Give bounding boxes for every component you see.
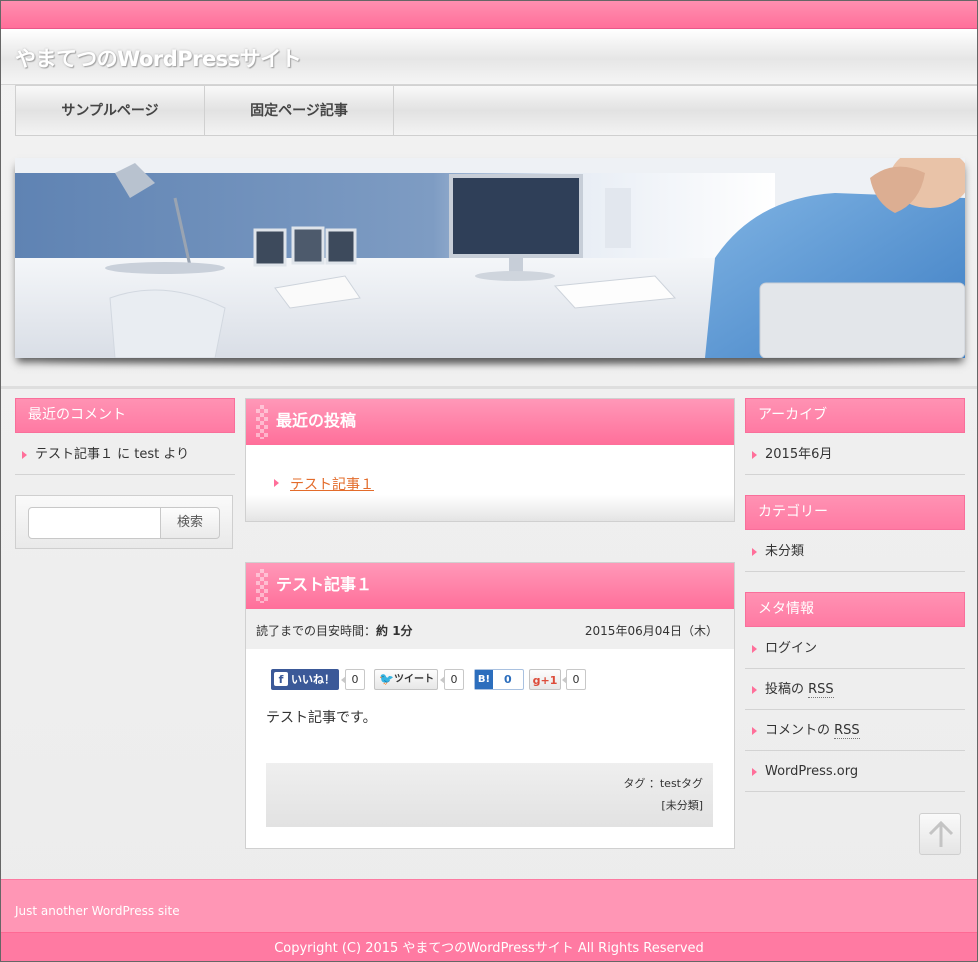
meta-item-abbr: RSS [808,682,834,698]
tweet-count: 0 [440,669,464,690]
recent-posts-title: 最近の投稿 [276,411,357,430]
facebook-count: 0 [341,669,365,690]
post-panel: テスト記事１ 読了までの目安時間：約 1分 2015年06月04日（木） f い… [245,562,735,849]
post-date: 2015年06月04日（木） [584,624,718,638]
tweet-label: ツイート [394,674,434,685]
meta-item-wordpress-org[interactable]: WordPress.org [745,752,965,792]
pink-triangle-icon [752,451,757,459]
header-banner-image [15,158,965,358]
facebook-like-label: いいね！ [291,673,335,686]
category-item-label: 未分類 [765,544,805,559]
reading-time-value: 約 1分 [376,624,413,638]
post-body: テスト記事です。 [266,710,377,726]
checker-decoration [256,405,268,439]
site-title[interactable]: やまてつのWordPressサイト [15,43,302,73]
reading-time: 読了までの目安時間：約 1分 [256,622,413,639]
nav-item-sample-page[interactable]: サンプルページ [15,86,205,136]
site-header: やまてつのWordPressサイト [1,29,977,85]
comment-connector: に [113,447,135,462]
meta-item-comments-rss[interactable]: コメントの RSS [745,711,965,751]
nav-item-fixed-page[interactable]: 固定ページ記事 [204,86,394,136]
tweet-button[interactable]: 🐦 ツイート [374,669,438,690]
recent-comment-item: テスト記事１ に test より [15,435,235,475]
search-widget: 検索 [15,495,233,549]
comment-post-link[interactable]: テスト記事１ [35,447,113,462]
site-footer: Just another WordPress site Copyright (C… [1,879,977,961]
meta-title: メタ情報 [745,592,965,627]
post-meta-row: 読了までの目安時間：約 1分 2015年06月04日（木） [246,609,734,649]
google-plus-count: 0 [562,669,586,690]
reading-time-label: 読了までの目安時間： [256,624,377,638]
archive-item-label: 2015年6月 [765,447,833,462]
facebook-icon: f [274,672,288,686]
meta-item-prefix: 投稿の [765,682,809,697]
meta-item-label: ログイン [765,641,818,656]
recent-posts-panel: 最近の投稿 テスト記事１ [245,398,735,522]
google-plus-button[interactable]: g+1 [529,669,561,690]
hatena-bookmark-button[interactable]: B! 0 [474,669,524,690]
back-to-top-button[interactable] [919,813,961,855]
meta-item-login[interactable]: ログイン [745,629,965,669]
pink-triangle-icon [274,479,279,487]
recent-comments-title: 最近のコメント [15,398,235,433]
pink-triangle-icon [752,686,757,694]
meta-item-posts-rss[interactable]: 投稿の RSS [745,670,965,710]
meta-item-label: WordPress.org [765,764,859,779]
pink-triangle-icon [752,645,757,653]
post-tags-box: タグ ：testタグ [未分類] [266,763,713,827]
pink-triangle-icon [22,451,27,459]
facebook-like-button[interactable]: f いいね！ [271,669,339,690]
recent-post-link[interactable]: テスト記事１ [290,474,374,494]
checker-decoration [256,569,268,603]
pink-triangle-icon [752,727,757,735]
arrow-up-icon [928,820,954,847]
page-frame: やまてつのWordPressサイト サンプルページ 固定ページ記事 最近のコメン… [0,0,978,962]
copyright: Copyright (C) 2015 やまてつのWordPressサイト All… [1,932,977,961]
post-tag-line[interactable]: タグ ：testタグ [623,775,703,791]
post-title[interactable]: テスト記事１ [276,575,372,594]
pink-triangle-icon [752,768,757,776]
top-accent-bar [1,1,977,29]
main-nav: サンプルページ 固定ページ記事 [15,85,977,136]
hatena-count: 0 [504,673,512,686]
meta-item-prefix: コメントの [765,723,835,738]
panel-footer-gradient [246,495,734,521]
post-category-line[interactable]: [未分類] [661,797,703,813]
recent-posts-header: 最近の投稿 [246,399,734,445]
meta-item-abbr: RSS [834,723,860,739]
categories-title: カテゴリー [745,495,965,530]
category-item[interactable]: 未分類 [745,532,965,572]
pink-triangle-icon [752,548,757,556]
search-input[interactable] [28,507,161,539]
comment-suffix: より [159,447,190,462]
archives-title: アーカイブ [745,398,965,433]
archive-item[interactable]: 2015年6月 [745,435,965,475]
twitter-bird-icon: 🐦 [379,672,394,686]
post-header: テスト記事１ [246,563,734,609]
site-tagline: Just another WordPress site [15,904,180,918]
banner-bottom-band [1,386,977,389]
comment-author: test [134,447,160,462]
office-desk-illustration [15,158,965,358]
hatena-icon: B! [475,670,493,689]
search-button[interactable]: 検索 [160,507,220,539]
